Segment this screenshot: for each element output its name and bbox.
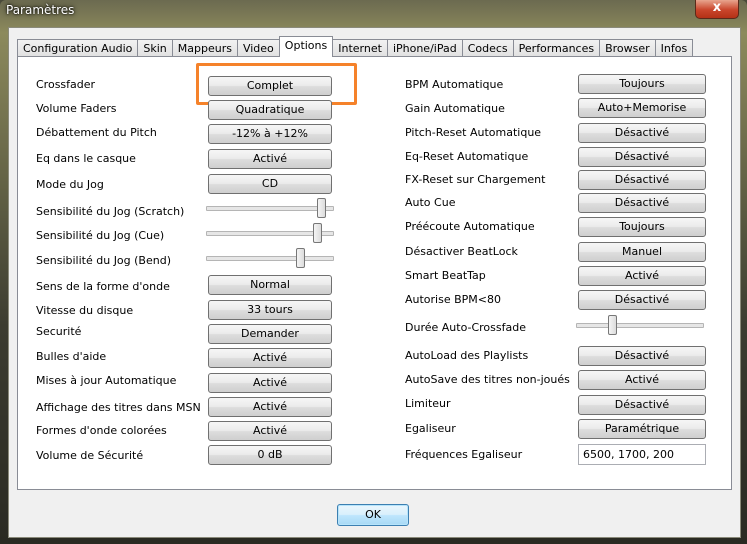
- slider-thumb[interactable]: [608, 315, 617, 335]
- tab-iphone-ipad[interactable]: iPhone/iPad: [386, 39, 462, 57]
- authorize-bpm-label: Autorise BPM<80: [405, 293, 501, 306]
- settings-window: Paramètres x Configuration Audio Skin Ma…: [0, 0, 747, 544]
- tab-mappeurs[interactable]: Mappeurs: [171, 39, 237, 57]
- eq-headphones-label: Eq dans le casque: [36, 152, 136, 165]
- disc-speed-label: Vitesse du disque: [36, 304, 134, 317]
- jog-scratch-label: Sensibilité du Jog (Scratch): [36, 205, 185, 218]
- auto-crossfade-label: Durée Auto-Crossfade: [405, 321, 526, 334]
- colored-waveforms-button[interactable]: Activé: [208, 421, 332, 441]
- eq-frequencies-input[interactable]: 6500, 1700, 200: [578, 444, 706, 465]
- disable-beatlock-button[interactable]: Manuel: [578, 242, 706, 262]
- waveform-direction-button[interactable]: Normal: [208, 275, 332, 295]
- auto-prelisten-label: Préécoute Automatique: [405, 220, 535, 233]
- auto-eq-reset-label: Eq-Reset Automatique: [405, 150, 529, 163]
- safety-volume-button[interactable]: 0 dB: [208, 445, 332, 465]
- auto-pitch-reset-button[interactable]: Désactivé: [578, 123, 706, 143]
- autosave-unplayed-button[interactable]: Activé: [578, 370, 706, 390]
- limiter-button[interactable]: Désactivé: [578, 395, 706, 415]
- eq-frequencies-label: Fréquences Egaliseur: [405, 448, 523, 461]
- tab-infos[interactable]: Infos: [654, 39, 694, 57]
- tab-skin[interactable]: Skin: [137, 39, 172, 57]
- fx-reset-load-button[interactable]: Désactivé: [578, 170, 706, 190]
- crossfader-label: Crossfader: [36, 78, 96, 91]
- eq-headphones-button[interactable]: Activé: [208, 149, 332, 169]
- slider-thumb[interactable]: [313, 223, 322, 243]
- disable-beatlock-label: Désactiver BeatLock: [405, 245, 518, 258]
- tab-browser[interactable]: Browser: [599, 39, 655, 57]
- security-button[interactable]: Demander: [208, 324, 332, 344]
- msn-titles-button[interactable]: Activé: [208, 397, 332, 417]
- autosave-unplayed-label: AutoSave des titres non-joués: [405, 373, 570, 386]
- auto-crossfade-slider[interactable]: [576, 315, 704, 335]
- autoload-playlists-button[interactable]: Désactivé: [578, 346, 706, 366]
- jog-mode-label: Mode du Jog: [36, 178, 104, 191]
- auto-gain-label: Gain Automatique: [405, 102, 505, 115]
- slider-thumb[interactable]: [317, 198, 326, 218]
- smart-beattap-button[interactable]: Activé: [578, 266, 706, 286]
- fx-reset-load-label: FX-Reset sur Chargement: [405, 173, 546, 186]
- tab-bar: Configuration Audio Skin Mappeurs Video …: [17, 36, 694, 57]
- jog-cue-slider[interactable]: [206, 223, 334, 243]
- colored-waveforms-label: Formes d'onde colorées: [36, 424, 167, 437]
- safety-volume-label: Volume de Sécurité: [36, 449, 144, 462]
- equalizer-label: Egaliseur: [405, 422, 456, 435]
- auto-cue-button[interactable]: Désactivé: [578, 193, 706, 213]
- jog-bend-label: Sensibilité du Jog (Bend): [36, 254, 171, 267]
- autoload-playlists-label: AutoLoad des Playlists: [405, 349, 529, 362]
- slider-track: [576, 323, 704, 328]
- slider-thumb[interactable]: [296, 248, 305, 268]
- auto-pitch-reset-label: Pitch-Reset Automatique: [405, 126, 542, 139]
- slider-track: [206, 256, 334, 261]
- auto-gain-button[interactable]: Auto+Memorise: [578, 98, 706, 118]
- volume-faders-button[interactable]: Quadratique: [208, 100, 332, 120]
- equalizer-button[interactable]: Paramétrique: [578, 419, 706, 439]
- auto-bpm-button[interactable]: Toujours: [578, 74, 706, 94]
- close-icon: x: [712, 0, 722, 15]
- authorize-bpm-button[interactable]: Désactivé: [578, 290, 706, 310]
- tab-performances[interactable]: Performances: [512, 39, 600, 57]
- tooltips-label: Bulles d'aide: [36, 350, 107, 363]
- window-title: Paramètres: [6, 3, 75, 17]
- auto-update-button[interactable]: Activé: [208, 373, 332, 393]
- close-button[interactable]: x: [695, 0, 739, 19]
- options-panel: Crossfader Complet Volume Faders Quadrat…: [17, 56, 732, 490]
- volume-faders-label: Volume Faders: [36, 102, 117, 115]
- pitch-range-label: Débattement du Pitch: [36, 126, 157, 139]
- slider-track: [206, 206, 334, 211]
- auto-eq-reset-button[interactable]: Désactivé: [578, 147, 706, 167]
- tab-video[interactable]: Video: [236, 39, 279, 57]
- auto-bpm-label: BPM Automatique: [405, 78, 504, 91]
- title-bar[interactable]: Paramètres x: [0, 0, 747, 28]
- crossfader-highlight: [196, 63, 357, 105]
- tooltips-button[interactable]: Activé: [208, 348, 332, 368]
- tab-internet[interactable]: Internet: [333, 39, 387, 57]
- limiter-label: Limiteur: [405, 397, 451, 410]
- jog-cue-label: Sensibilité du Jog (Cue): [36, 229, 165, 242]
- auto-prelisten-button[interactable]: Toujours: [578, 217, 706, 237]
- jog-bend-slider[interactable]: [206, 248, 334, 268]
- smart-beattap-label: Smart BeatTap: [405, 269, 486, 282]
- auto-cue-label: Auto Cue: [405, 196, 456, 209]
- jog-scratch-slider[interactable]: [206, 198, 334, 218]
- disc-speed-button[interactable]: 33 tours: [208, 300, 332, 320]
- security-label: Securité: [36, 325, 82, 338]
- pitch-range-button[interactable]: -12% à +12%: [208, 124, 332, 144]
- tab-options[interactable]: Options: [278, 36, 334, 57]
- tab-codecs[interactable]: Codecs: [461, 39, 513, 57]
- auto-update-label: Mises à jour Automatique: [36, 374, 177, 387]
- ok-button[interactable]: OK: [337, 504, 409, 526]
- dialog-client: Configuration Audio Skin Mappeurs Video …: [8, 27, 741, 538]
- jog-mode-button[interactable]: CD: [208, 174, 332, 194]
- tab-configuration-audio[interactable]: Configuration Audio: [17, 39, 138, 57]
- msn-titles-label: Affichage des titres dans MSN: [36, 401, 201, 414]
- waveform-direction-label: Sens de la forme d'onde: [36, 280, 170, 293]
